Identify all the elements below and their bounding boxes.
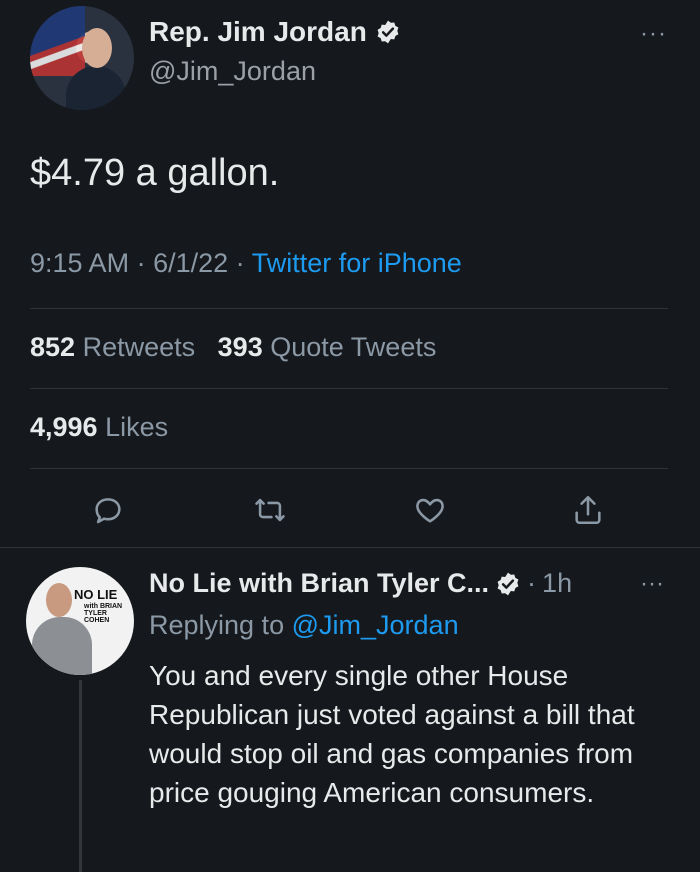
divider [30,468,668,469]
like-button[interactable] [410,488,450,532]
reply-icon [95,498,121,524]
reply-tweet[interactable]: NO LIE with BRIAN TYLER COHEN No Lie wit… [0,548,700,872]
meta-separator: · [527,568,537,598]
author-handle[interactable]: @Jim_Jordan [149,56,316,87]
retweet-stats: 852 Retweets 393 Quote Tweets [30,332,436,363]
author-name[interactable]: Rep. Jim Jordan [149,16,367,48]
share-icon [575,495,601,525]
tweet-source[interactable]: Twitter for iPhone [252,248,462,278]
verified-badge-icon [377,20,399,44]
author-name-row: Rep. Jim Jordan [149,16,401,48]
quotes-label: Quote Tweets [270,332,437,362]
avatar-head-shape [46,583,72,617]
tweet-time[interactable]: 9:15 AM [30,248,129,278]
quotes-link[interactable]: 393 Quote Tweets [218,332,437,362]
replying-to: Replying to @Jim_Jordan [149,610,459,641]
thread-line [79,680,82,872]
replying-prefix: Replying to [149,610,285,640]
reply-header: No Lie with Brian Tyler C... · 1h [149,568,572,599]
divider [30,308,668,309]
more-icon[interactable]: ··· [640,570,664,598]
avatar-body-shape [32,617,92,675]
reply-text: You and every single other House Republi… [149,660,635,808]
meta-separator: · [235,248,252,278]
action-bar [0,488,700,532]
verified-badge-icon [497,572,519,595]
meta-separator: · [136,248,154,278]
tweet-text: $4.79 a gallon. [30,152,280,194]
retweet-icon [255,498,285,522]
likes-label: Likes [105,412,169,442]
retweets-count: 852 [30,332,76,362]
retweet-button[interactable] [250,488,290,532]
avatar-logo-text: NO LIE [74,587,118,602]
main-tweet: Rep. Jim Jordan @Jim_Jordan ··· $4.79 a … [0,0,700,548]
avatar-logo-subtext: with BRIAN TYLER COHEN [84,603,123,624]
retweets-label: Retweets [82,332,196,362]
reply-time[interactable]: 1h [542,568,572,599]
reply-author-name[interactable]: No Lie with Brian Tyler C... [149,568,489,599]
more-icon[interactable]: ··· [640,20,667,48]
tweet-date[interactable]: 6/1/22 [153,248,228,278]
divider [30,388,668,389]
like-icon [416,498,444,523]
avatar[interactable]: NO LIE with BRIAN TYLER COHEN [26,567,134,675]
flag-background [30,6,85,76]
face-shape [82,28,112,68]
share-button[interactable] [568,488,608,532]
avatar[interactable] [30,6,134,110]
tweet-meta: 9:15 AM · 6/1/22 · Twitter for iPhone [30,248,462,279]
quotes-count: 393 [217,332,263,362]
retweets-link[interactable]: 852 Retweets [30,332,195,362]
replying-handle-link[interactable]: @Jim_Jordan [292,610,459,640]
reply-button[interactable] [88,488,128,532]
likes-stats[interactable]: 4,996 Likes [30,412,168,443]
likes-count: 4,996 [30,412,98,442]
